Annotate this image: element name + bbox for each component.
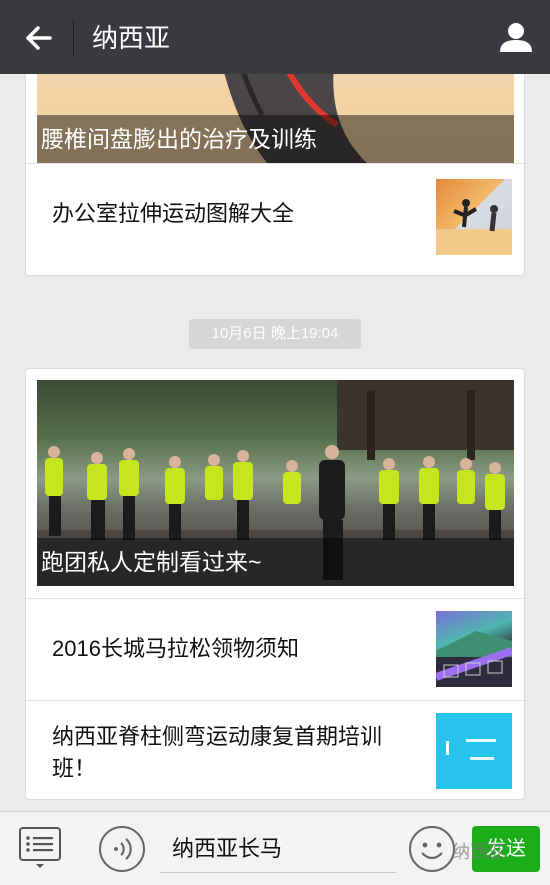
profile-icon[interactable] [496, 18, 536, 58]
article-cover[interactable]: 跑团私人定制看过来~ [37, 380, 514, 586]
article-cover[interactable]: 腰椎间盘膨出的治疗及训练 [37, 74, 514, 163]
article-item[interactable]: 办公室拉伸运动图解大全 [26, 163, 524, 275]
top-bar: 纳西亚 [0, 0, 550, 74]
topbar-divider [73, 20, 74, 56]
message-input[interactable]: 纳西亚长马 [160, 825, 396, 873]
message-feed[interactable]: 腰椎间盘膨出的治疗及训练 办公室拉伸运动图解大全 10月6日 晚上19:04 跑… [0, 74, 550, 811]
bottom-input-bar: 纳西亚长马 发送 纳西亚 [0, 811, 550, 885]
back-arrow-icon[interactable] [18, 18, 58, 58]
cover-caption: 跑团私人定制看过来~ [37, 538, 514, 586]
article-thumbnail [436, 179, 512, 255]
article-card: 跑团私人定制看过来~ 2016长城马拉松领物须知 纳西亚脊柱侧弯运动康复首期培训… [25, 368, 525, 800]
article-title: 办公室拉伸运动图解大全 [52, 201, 295, 226]
article-item[interactable]: 2016长城马拉松领物须知 [26, 598, 524, 700]
emoji-icon[interactable] [408, 825, 456, 873]
article-card: 腰椎间盘膨出的治疗及训练 办公室拉伸运动图解大全 [25, 74, 525, 276]
article-thumbnail [436, 713, 512, 789]
timestamp-badge: 10月6日 晚上19:04 [189, 319, 361, 349]
article-title: 纳西亚脊柱侧弯运动康复首期培训班！ [52, 724, 383, 781]
article-title: 2016长城马拉松领物须知 [52, 636, 299, 661]
page-title: 纳西亚 [92, 23, 171, 53]
menu-list-icon[interactable] [18, 826, 62, 870]
cover-caption: 腰椎间盘膨出的治疗及训练 [37, 115, 514, 163]
article-thumbnail [436, 611, 512, 687]
voice-icon[interactable] [98, 825, 146, 873]
watermark: 纳西亚 [452, 842, 506, 862]
article-item[interactable]: 纳西亚脊柱侧弯运动康复首期培训班！ [26, 700, 524, 799]
